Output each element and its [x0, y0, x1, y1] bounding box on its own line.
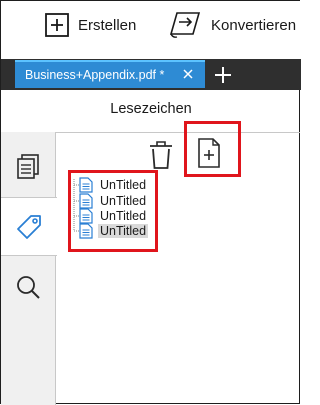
bookmark-list-highlight-box	[68, 170, 158, 252]
